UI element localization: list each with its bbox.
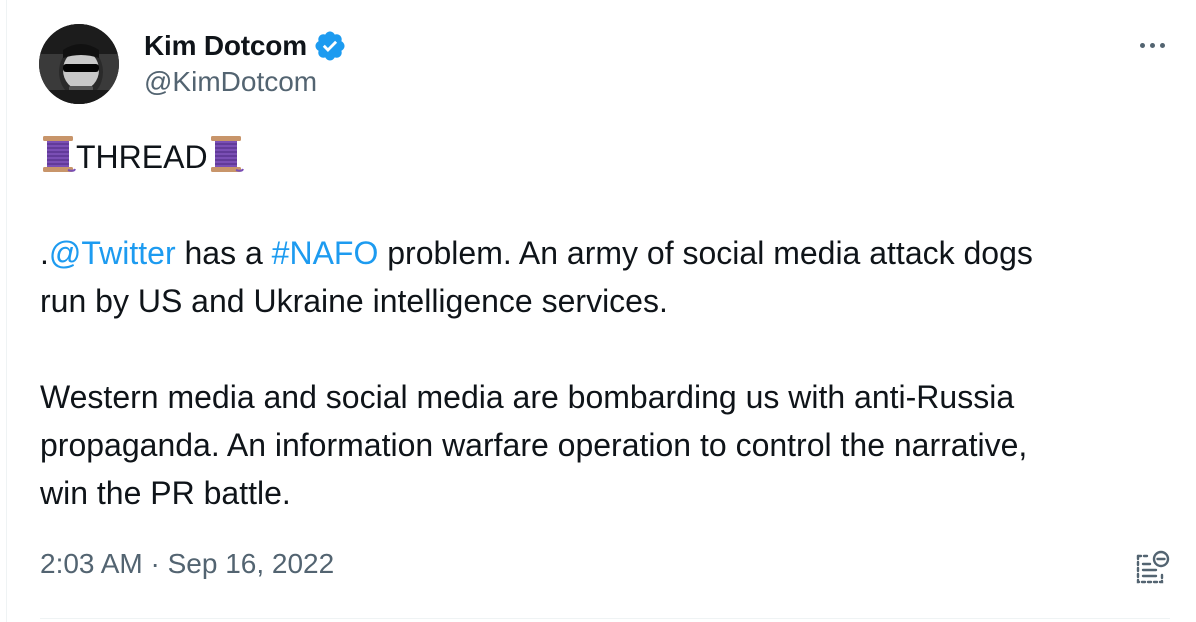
paragraph2-line2: propaganda. An information warfare opera… [40, 427, 1028, 463]
verified-badge-icon[interactable] [313, 29, 347, 63]
paragraph2-line1: Western media and social media are bomba… [40, 379, 1015, 415]
avatar-photo-icon [39, 24, 119, 104]
more-icon [1139, 42, 1145, 48]
author-name-row: Kim Dotcom [144, 26, 347, 66]
paragraph2-line3: win the PR battle. [40, 475, 291, 511]
author-display-name[interactable]: Kim Dotcom [144, 30, 307, 62]
card-left-border [6, 0, 7, 622]
author-avatar[interactable] [39, 24, 119, 104]
author-handle[interactable]: @KimDotcom [144, 66, 317, 98]
card-bottom-border [40, 618, 1170, 619]
more-options-button[interactable] [1132, 30, 1172, 60]
spool-of-thread-icon [210, 136, 244, 172]
spool-of-thread-icon [43, 136, 76, 172]
hashtag-link[interactable]: #NAFO [272, 235, 379, 271]
mention-link[interactable]: @Twitter [49, 235, 176, 271]
tweet-body: THREAD .@Twitter has a #NAFO problem. An … [40, 133, 1160, 517]
paragraph1-line1: .@Twitter has a #NAFO problem. An army o… [40, 235, 1033, 271]
paragraph1-line2: run by US and Ukraine intelligence servi… [40, 283, 668, 319]
tweet-card: Kim Dotcom @KimDotcom THREAD .@Twitter ha… [0, 0, 1196, 622]
tweet-timestamp[interactable]: 2:03 AM · Sep 16, 2022 [40, 548, 334, 580]
community-note-icon[interactable] [1130, 548, 1172, 588]
thread-header-line: THREAD [40, 133, 1160, 181]
thread-label: THREAD [76, 139, 208, 175]
